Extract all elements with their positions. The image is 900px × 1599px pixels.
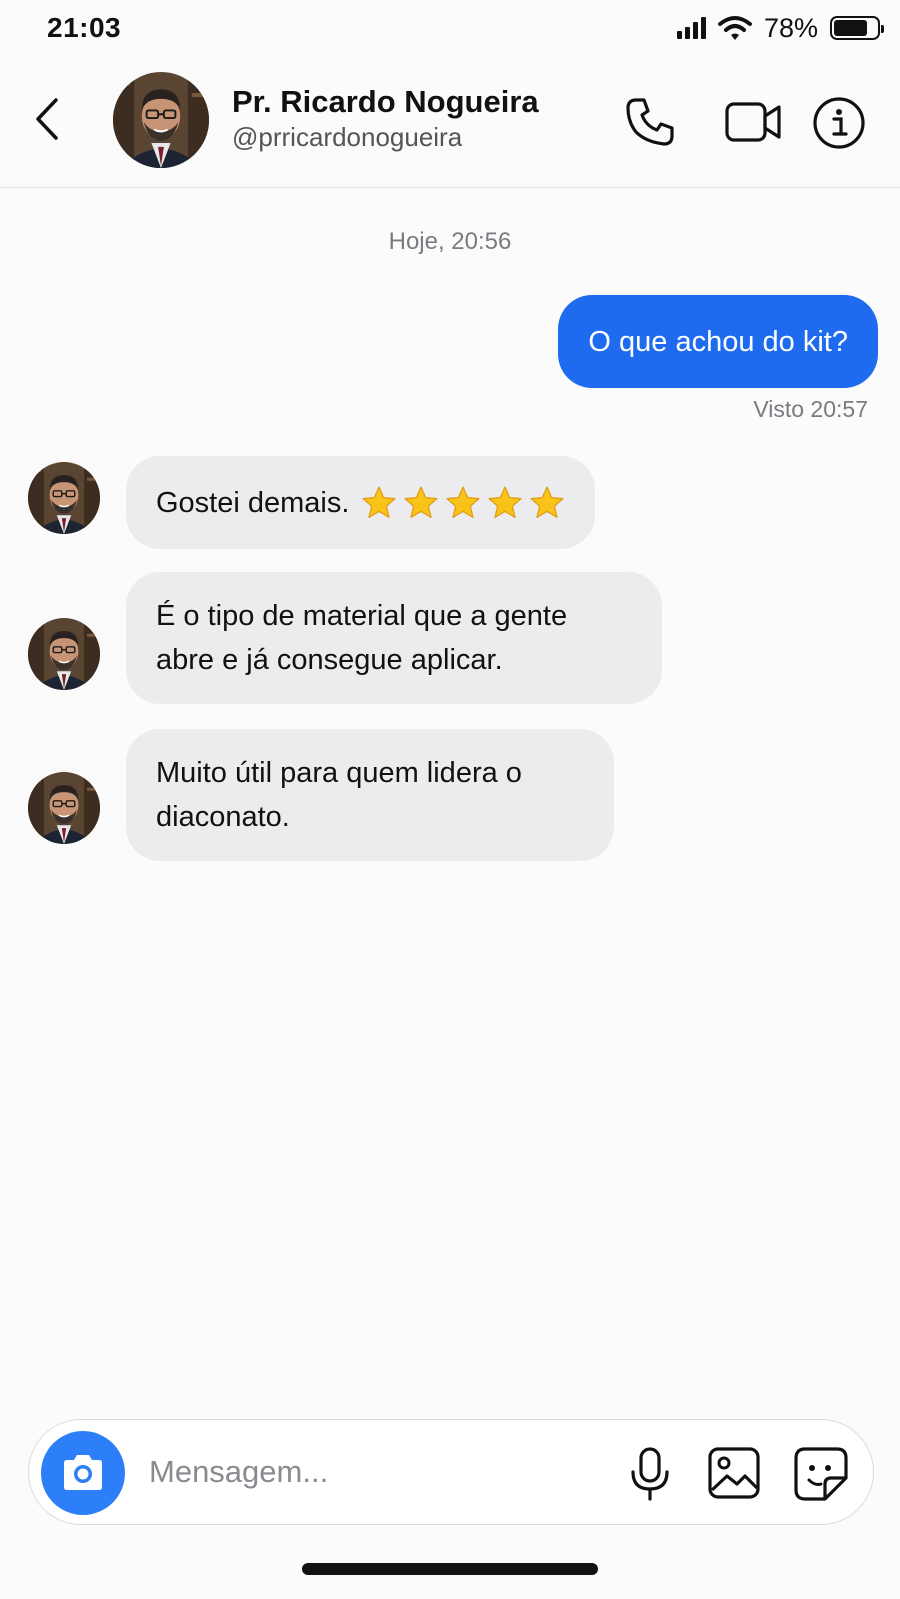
phone-icon[interactable] [624,96,676,148]
video-call-icon[interactable] [724,96,782,148]
gallery-icon[interactable] [707,1446,761,1500]
message-composer [28,1419,874,1525]
battery-level [834,20,867,36]
chat-timestamp: Hoje, 20:56 [388,228,512,255]
microphone-icon[interactable] [627,1446,673,1502]
sticker-icon[interactable] [793,1446,849,1502]
battery-icon [830,16,884,40]
contact-name[interactable]: Pr. Ricardo Nogueira [232,84,539,120]
status-time: 21:03 [47,12,122,43]
star-icon [446,485,481,518]
camera-button[interactable] [41,1431,125,1515]
contact-avatar[interactable] [113,72,209,168]
sender-avatar[interactable] [28,462,100,534]
message-input[interactable] [149,1448,579,1496]
outgoing-message[interactable]: O que achou do kit? [558,295,878,388]
incoming-message-text: Muito útil para quem lidera o diaconato. [156,757,522,833]
star-icon [362,485,397,518]
camera-icon [64,1455,102,1490]
incoming-message[interactable]: Muito útil para quem lidera o diaconato. [126,729,614,861]
status-indicators: 78% [676,12,884,44]
star-icon [488,485,523,518]
star-icon [530,485,565,518]
wifi-icon [717,16,752,40]
status-bar: 21:03 78% [0,0,900,56]
chat-header: Pr. Ricardo Nogueira @prricardonogueira [0,56,900,188]
star-icon [404,485,439,518]
back-icon[interactable] [28,94,68,144]
battery-percent: 78% [763,12,818,43]
incoming-message-text: Gostei demais. [156,486,350,519]
star-rating [361,485,565,521]
sender-avatar[interactable] [28,618,100,690]
incoming-message[interactable]: Gostei demais. [126,456,596,549]
home-indicator [302,1563,598,1575]
signal-icon [676,17,706,39]
contact-handle[interactable]: @prricardonogueira [232,122,462,153]
outgoing-message-text: O que achou do kit? [588,325,848,358]
seen-status: Visto 20:57 [753,396,868,422]
sender-avatar[interactable] [28,772,100,844]
incoming-message-text: É o tipo de material que a gente abre e … [156,600,568,676]
info-icon[interactable] [812,96,866,150]
incoming-message[interactable]: É o tipo de material que a gente abre e … [126,572,662,704]
